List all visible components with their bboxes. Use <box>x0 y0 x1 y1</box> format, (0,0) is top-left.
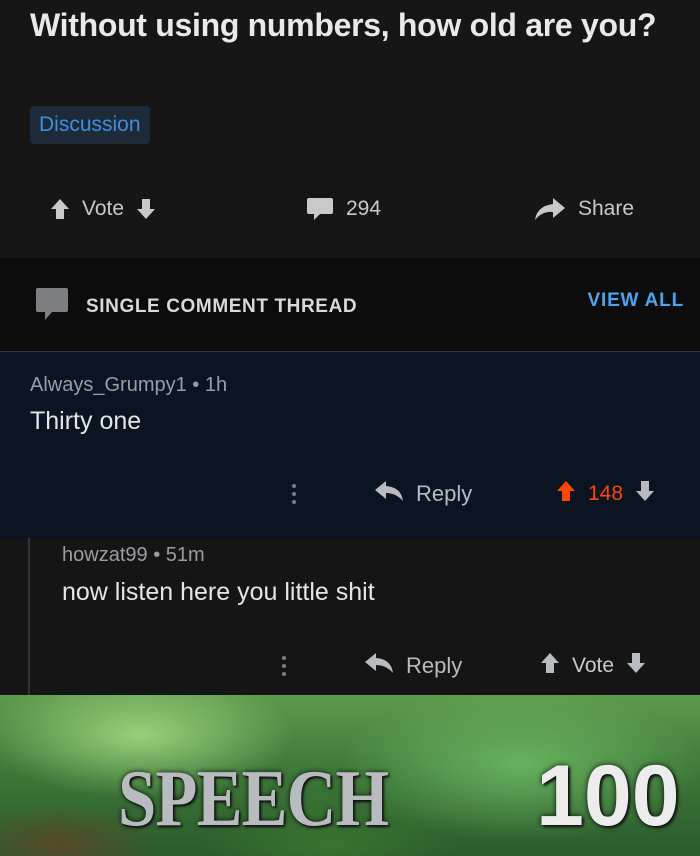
downvote-arrow-icon[interactable] <box>136 198 156 220</box>
meme-skill-level: 100 <box>536 748 680 844</box>
comment-vote-control: 148 <box>556 480 655 508</box>
meme-skill-name: SPEECH <box>118 755 389 843</box>
comment-author[interactable]: howzat99 <box>62 544 148 566</box>
post-vote-control: Vote <box>50 186 156 232</box>
comment-author[interactable]: Always_Grumpy1 <box>30 374 187 396</box>
post-vote-label: Vote <box>82 197 125 220</box>
comment-actions <box>292 474 296 514</box>
reply-arrow-icon <box>374 480 404 508</box>
meta-separator: • <box>192 374 205 396</box>
thread-line[interactable] <box>28 538 30 695</box>
reply-arrow-icon <box>364 652 394 680</box>
reply-label: Reply <box>416 481 473 506</box>
share-label: Share <box>578 197 635 220</box>
thread-label: SINGLE COMMENT THREAD <box>86 295 358 317</box>
upvote-arrow-icon[interactable] <box>50 198 70 220</box>
reply-label: Reply <box>406 653 463 678</box>
reply-button[interactable]: Reply <box>364 652 462 680</box>
comment-count: 294 <box>346 197 382 220</box>
comment-vote-label: Vote <box>572 654 615 677</box>
comment-time: 1h <box>204 374 228 396</box>
post-header: Without using numbers, how old are you? … <box>0 0 700 258</box>
upvote-arrow-icon[interactable] <box>540 652 560 680</box>
comment-bubble-icon <box>306 196 334 222</box>
share-arrow-icon <box>534 197 566 221</box>
comment-meta: Always_Grumpy1 • 1h <box>30 374 227 397</box>
post-flair[interactable]: Discussion <box>30 106 150 144</box>
reply-button[interactable]: Reply <box>374 480 472 508</box>
meta-separator: • <box>153 544 166 566</box>
comment-reply: howzat99 • 51m now listen here you littl… <box>0 538 700 695</box>
downvote-arrow-icon[interactable] <box>635 480 655 508</box>
comment-vote-control: Vote <box>540 652 646 680</box>
comment-highlighted: Always_Grumpy1 • 1h Thirty one Reply 148 <box>0 352 700 538</box>
more-options-icon[interactable] <box>292 484 296 504</box>
more-options-icon[interactable] <box>282 656 286 676</box>
view-all-link[interactable]: VIEW ALL <box>588 290 684 312</box>
comment-meta: howzat99 • 51m <box>62 544 205 567</box>
single-comment-thread-bar: SINGLE COMMENT THREAD VIEW ALL <box>0 258 700 352</box>
upvote-arrow-icon[interactable] <box>556 480 576 508</box>
meme-image: SPEECH 100 <box>0 695 700 856</box>
comment-bubble-icon <box>34 286 70 327</box>
post-title[interactable]: Without using numbers, how old are you? <box>30 2 690 48</box>
comment-body: Thirty one <box>30 407 142 435</box>
comment-score: 148 <box>588 482 624 505</box>
comments-button[interactable]: 294 <box>306 186 381 232</box>
comment-body: now listen here you little shit <box>62 578 375 606</box>
post-actions: Vote 294 Share <box>0 186 700 232</box>
downvote-arrow-icon[interactable] <box>626 652 646 680</box>
share-button[interactable]: Share <box>534 186 634 232</box>
comment-time: 51m <box>165 544 205 566</box>
